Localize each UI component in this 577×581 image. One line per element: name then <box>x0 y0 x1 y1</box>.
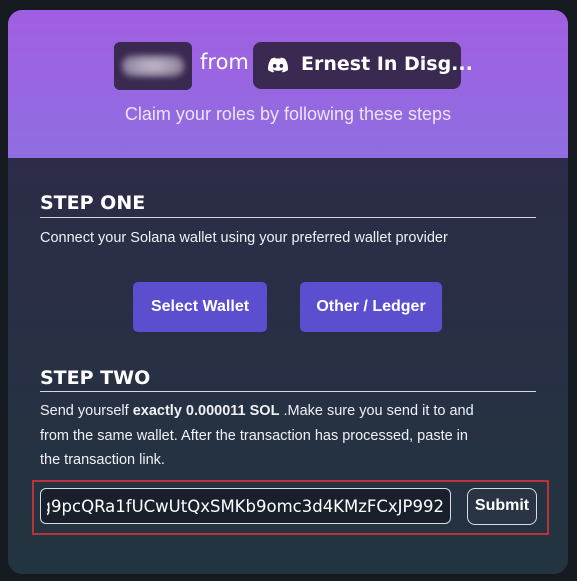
sol-amount: exactly 0.000011 SOL <box>132 403 280 419</box>
step-one-heading: STEP ONE <box>40 192 146 214</box>
step-two-divider <box>40 391 536 392</box>
from-label: from <box>200 50 249 74</box>
card-header: from Ernest In Disg... Claim your roles … <box>8 10 568 158</box>
step-two-heading: STEP TWO <box>40 367 151 389</box>
step-two-text-line2: from the same wallet. After the transact… <box>40 427 468 444</box>
server-avatar <box>114 42 192 90</box>
blurred-avatar-image <box>122 55 184 77</box>
other-ledger-button[interactable]: Other / Ledger <box>300 282 442 332</box>
discord-server-name: Ernest In Disg... <box>301 53 473 75</box>
step-two-text: Send yourself exactly 0.000011 SOL .Make… <box>40 399 530 473</box>
step-one-divider <box>40 217 536 218</box>
step-one-text: Connect your Solana wallet using your pr… <box>40 230 448 246</box>
submit-button[interactable]: Submit <box>467 488 537 525</box>
header-subtitle: Claim your roles by following these step… <box>124 104 452 124</box>
step-two-text-line1: .Make sure you send it to and <box>279 403 474 419</box>
step-two-text-line3: the transaction link. <box>40 452 165 468</box>
discord-server-pill: Ernest In Disg... <box>253 42 473 89</box>
step-two-text-prefix: Send yourself <box>40 403 133 419</box>
discord-icon <box>268 56 289 74</box>
claim-roles-card: from Ernest In Disg... Claim your roles … <box>8 10 568 574</box>
select-wallet-button[interactable]: Select Wallet <box>133 282 267 332</box>
transaction-link-input[interactable] <box>40 488 451 524</box>
